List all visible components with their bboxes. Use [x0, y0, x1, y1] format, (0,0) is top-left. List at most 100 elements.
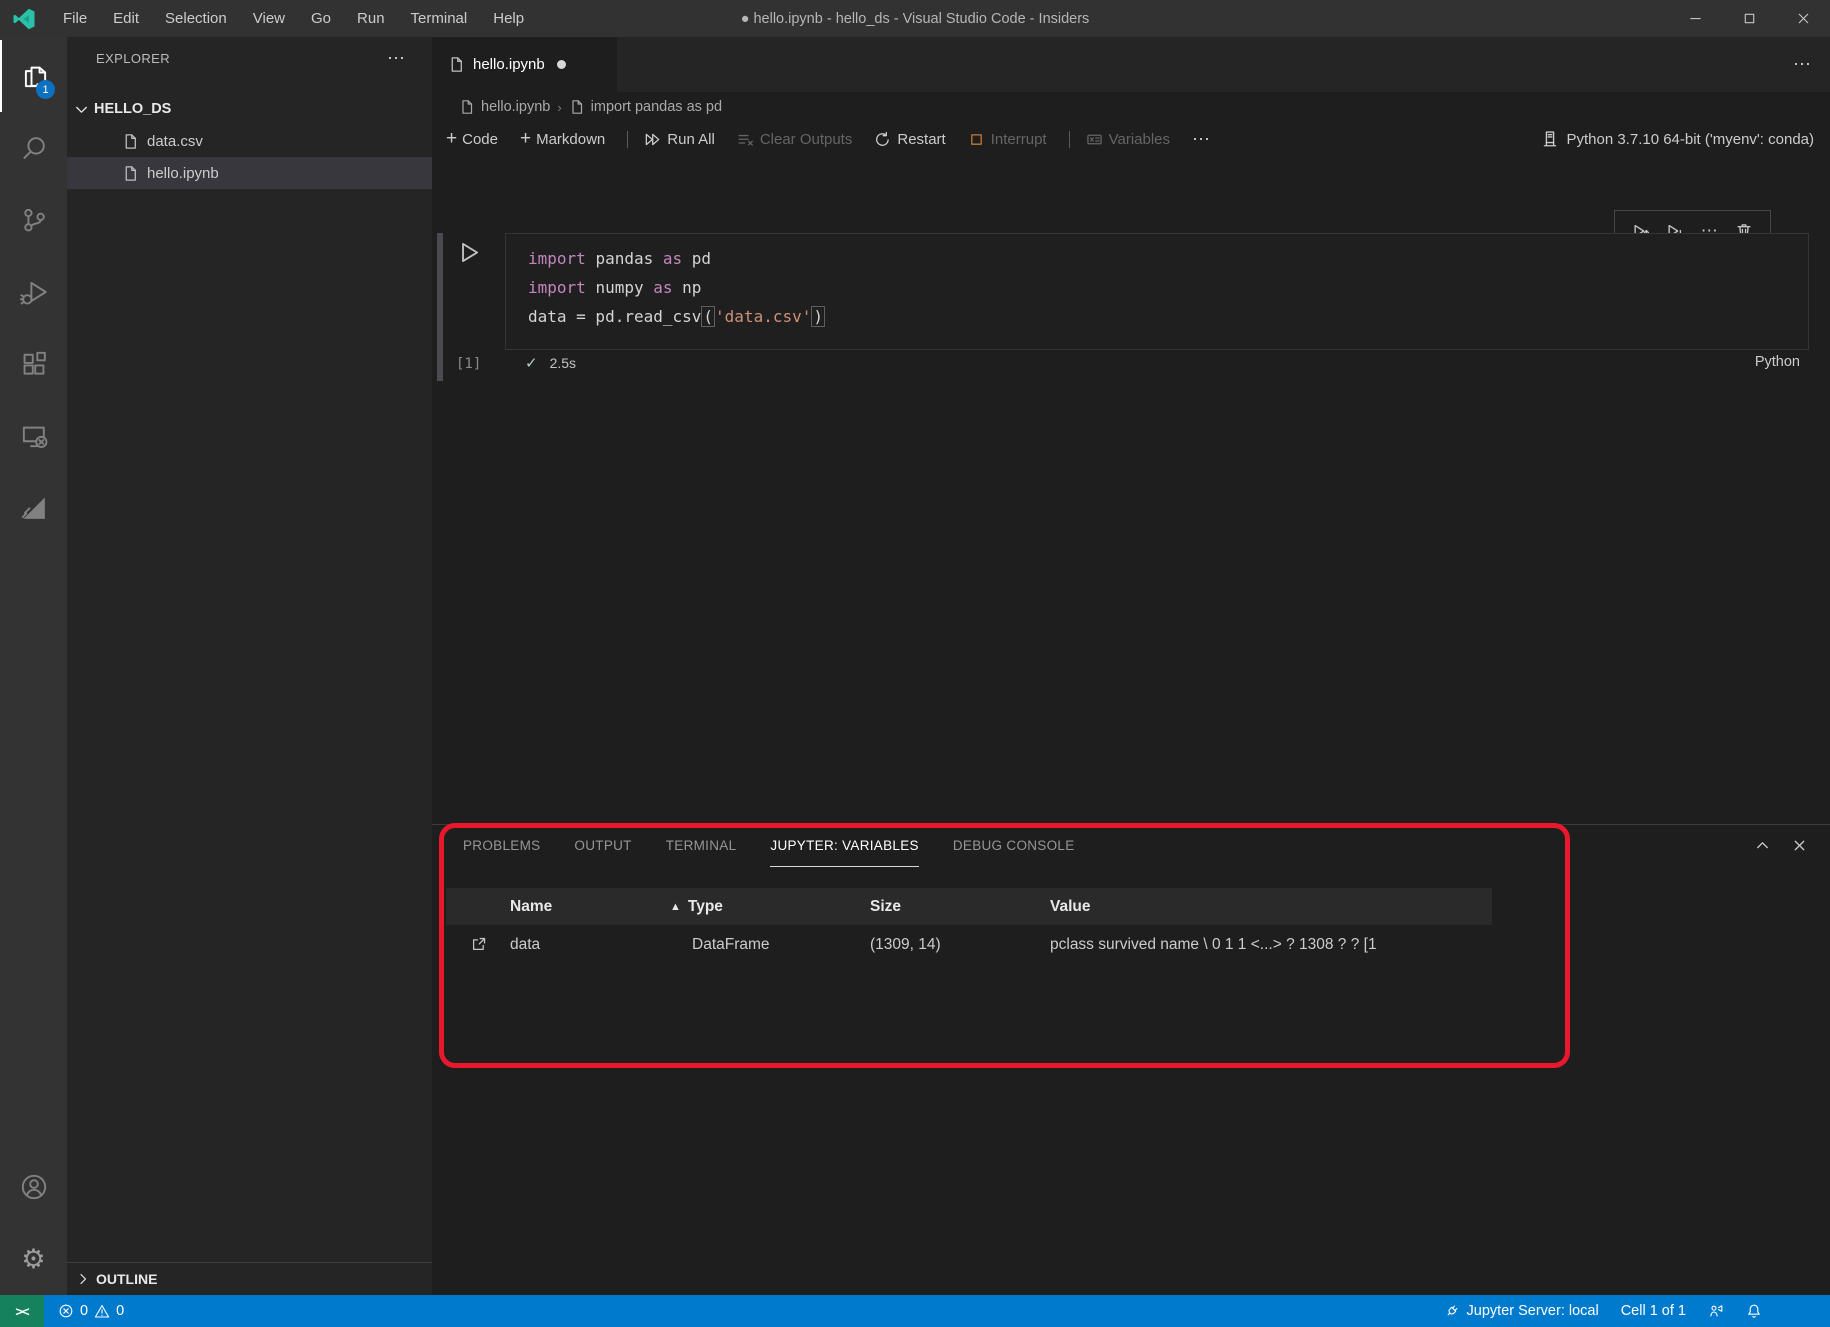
activity-item-extensions[interactable] [0, 328, 67, 400]
variable-name: data [500, 936, 660, 954]
column-header-value[interactable]: Value [1040, 898, 1492, 916]
file-icon [122, 165, 139, 182]
toolbar-restart-button[interactable]: Restart [874, 131, 945, 148]
folder-section-label: HELLO_DS [94, 101, 171, 117]
activity-badge: 1 [36, 80, 55, 99]
activity-item-settings-gear[interactable]: ⚙ [0, 1223, 67, 1295]
menu-go[interactable]: Go [298, 0, 344, 37]
close-panel-icon[interactable] [1791, 837, 1808, 854]
panel-tabs: PROBLEMS OUTPUT TERMINAL JUPYTER: VARIABLES… [432, 825, 1830, 867]
file-list: data.csvhello.ipynb [67, 125, 432, 189]
panel-tab-jupyter-variables[interactable]: JUPYTER: VARIABLES [770, 825, 918, 867]
bell-icon[interactable] [1746, 1303, 1762, 1319]
activity-item-source-control[interactable] [0, 184, 67, 256]
activity-item-search[interactable] [0, 112, 67, 184]
folder-section-hello-ds[interactable]: HELLO_DS [67, 93, 432, 125]
remote-indicator[interactable]: >< [0, 1295, 44, 1327]
menu-run[interactable]: Run [344, 0, 398, 37]
activity-item-explorer[interactable]: 1 [0, 40, 67, 112]
code-line: import pandas as pd [528, 244, 1808, 273]
cell-language-picker[interactable]: Python [1755, 354, 1800, 370]
breadcrumb-item[interactable]: import pandas as pd [569, 99, 722, 115]
notebook-body: ⋯ import pandas as pdimport numpy as npd… [432, 156, 1830, 824]
file-icon [569, 99, 585, 115]
toolbar-button-label: Run All [667, 131, 715, 148]
file-item-data.csv[interactable]: data.csv [67, 125, 432, 157]
panel-tab-debug-console[interactable]: DEBUG CONSOLE [953, 825, 1075, 867]
toolbar-run-all-button[interactable]: Run All [644, 131, 715, 148]
file-item-hello.ipynb[interactable]: hello.ipynb [67, 157, 432, 189]
close-icon[interactable] [1776, 0, 1830, 37]
error-count: 0 [80, 1303, 88, 1319]
feedback-icon[interactable] [1708, 1303, 1724, 1319]
cell-position-status[interactable]: Cell 1 of 1 [1621, 1303, 1686, 1319]
cell-code-editor[interactable]: import pandas as pdimport numpy as npdat… [505, 233, 1809, 350]
breadcrumb: hello.ipynb›import pandas as pd [432, 92, 1830, 122]
problems-status[interactable]: 0 0 [58, 1303, 124, 1319]
variables-table-header: Name ▲Type Size Value [446, 888, 1492, 925]
column-header-type[interactable]: ▲Type [660, 898, 860, 916]
panel-tab-terminal[interactable]: TERMINAL [666, 825, 737, 867]
cell-duration: 2.5s [550, 355, 576, 371]
chevron-right-icon [75, 1271, 91, 1287]
panel-controls [1754, 837, 1808, 854]
editor-actions-icon[interactable]: ⋯ [1793, 54, 1812, 75]
cell-focus-bar[interactable] [437, 233, 443, 381]
toolbar-clear-outputs-button[interactable]: Clear Outputs [737, 131, 853, 148]
activity-item-account[interactable] [0, 1151, 67, 1223]
activity-item-run-debug[interactable] [0, 256, 67, 328]
open-variable-button[interactable] [446, 936, 500, 953]
add-icon: + [520, 128, 531, 150]
remote-explorer-icon [20, 422, 48, 450]
toolbar-markdown-button[interactable]: +Markdown [520, 128, 605, 150]
variable-row-data[interactable]: dataDataFrame(1309, 14)pclass survived n… [446, 925, 1492, 964]
menu-help[interactable]: Help [480, 0, 537, 37]
toolbar-interrupt-button[interactable]: Interrupt [968, 131, 1047, 148]
menu-view[interactable]: View [240, 0, 298, 37]
toolbar-separator [1069, 131, 1070, 148]
menu-file[interactable]: File [50, 0, 100, 37]
jupyter-server-status[interactable]: Jupyter Server: local [1444, 1303, 1599, 1319]
variables-icon [1086, 131, 1103, 148]
outline-section[interactable]: OUTLINE [67, 1262, 432, 1295]
toolbar-more-actions-icon[interactable]: ⋯ [1192, 129, 1211, 150]
menu-terminal[interactable]: Terminal [398, 0, 481, 37]
column-header-label: Name [510, 898, 552, 916]
breadcrumb-label: hello.ipynb [481, 99, 550, 115]
tab-dirty-indicator[interactable] [557, 60, 566, 69]
code-line: import numpy as np [528, 273, 1808, 302]
tab-hello-ipynb[interactable]: hello.ipynb [432, 37, 617, 92]
column-header-size[interactable]: Size [860, 898, 1040, 916]
activity-item-remote-explorer[interactable] [0, 400, 67, 472]
source-control-icon [20, 206, 48, 234]
activity-bar-top: 1 [0, 40, 67, 544]
column-header-name[interactable]: Name [500, 898, 660, 916]
sidebar-more-actions-icon[interactable]: ⋯ [387, 48, 420, 69]
status-bar-right: Jupyter Server: local Cell 1 of 1 [1444, 1303, 1830, 1319]
toolbar-button-label: Restart [897, 131, 945, 148]
menu-selection[interactable]: Selection [152, 0, 240, 37]
breadcrumb-item[interactable]: hello.ipynb [459, 99, 550, 115]
minimize-icon[interactable] [1668, 0, 1722, 37]
toolbar-button-label: Clear Outputs [760, 131, 853, 148]
explorer-sidebar: EXPLORER ⋯ HELLO_DS data.csvhello.ipynb … [67, 37, 432, 1295]
column-header-label: Value [1050, 898, 1091, 916]
menu-edit[interactable]: Edit [100, 0, 152, 37]
maximize-panel-icon[interactable] [1754, 837, 1771, 854]
toolbar-variables-button[interactable]: Variables [1086, 131, 1170, 148]
maximize-icon[interactable] [1722, 0, 1776, 37]
warning-icon [94, 1303, 110, 1319]
toolbar-button-label: Variables [1109, 131, 1170, 148]
activity-item-custom-extension[interactable] [0, 472, 67, 544]
panel-tab-problems[interactable]: PROBLEMS [463, 825, 540, 867]
run-cell-icon[interactable] [456, 240, 481, 265]
plug-icon [1444, 1303, 1460, 1319]
panel-tab-output[interactable]: OUTPUT [574, 825, 631, 867]
column-header-label: Size [870, 898, 901, 916]
kernel-picker[interactable]: Python 3.7.10 64-bit ('myenv': conda) [1541, 130, 1830, 148]
bottom-panel: PROBLEMS OUTPUT TERMINAL JUPYTER: VARIABLES… [432, 824, 1830, 1295]
notebook-toolbar: +Code +Markdown Run All Clear Outputs Restar… [432, 122, 1830, 156]
toolbar-code-button[interactable]: +Code [446, 128, 498, 150]
window-title: ● hello.ipynb - hello_ds - Visual Studio… [741, 11, 1090, 27]
add-icon: + [446, 128, 457, 150]
